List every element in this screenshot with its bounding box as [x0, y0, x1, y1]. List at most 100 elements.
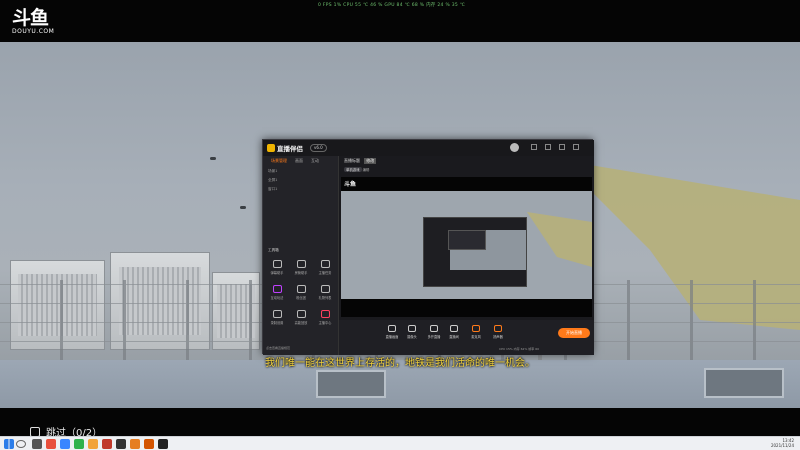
live-title-text: 直播标题 — [344, 158, 360, 163]
tool-label: 主播任务 — [318, 271, 332, 275]
app-logo-icon — [267, 144, 275, 152]
ctl-label: 多开直播 — [427, 335, 441, 339]
bird — [210, 157, 216, 160]
app-icon[interactable] — [102, 439, 112, 449]
tab-scenes[interactable]: 场景管理 — [271, 158, 287, 164]
stream-preview[interactable]: 斗鱼 — [341, 177, 592, 317]
scene-item[interactable]: 窗口1 — [268, 187, 277, 192]
tab-interact[interactable]: 互动 — [311, 158, 319, 164]
edit-title-button[interactable]: 修改 — [364, 158, 377, 164]
group-icon — [296, 285, 306, 293]
nested-inner-window — [448, 230, 486, 250]
task-icon — [320, 260, 330, 268]
system-clock[interactable]: 13:42 2021/11/24 — [771, 438, 794, 448]
ctl-speaker[interactable]: 扬声器 — [489, 325, 507, 339]
clock-date: 2021/11/24 — [770, 443, 794, 448]
app-icon[interactable] — [46, 439, 56, 449]
start-live-button[interactable]: 开始直播 — [558, 328, 590, 338]
tool-play[interactable]: 互动玩法 — [265, 285, 289, 300]
version-badge: v6.0 — [310, 144, 327, 152]
tool-danmu[interactable]: 弹幕助手 — [265, 260, 289, 275]
preview-topbar: 斗鱼 — [341, 177, 592, 191]
ctl-screen[interactable]: 直播画面 — [383, 325, 401, 339]
bell-icon — [296, 260, 306, 268]
tool-label: 礼物列表 — [318, 296, 332, 300]
ctl-mic[interactable]: 麦克风 — [467, 325, 485, 339]
camera-icon — [408, 325, 416, 332]
app-icon[interactable] — [144, 439, 154, 449]
app-icon[interactable] — [116, 439, 126, 449]
preview-bottombar — [341, 299, 592, 317]
category-row: 单机游戏 编辑 — [344, 167, 369, 172]
category-chip[interactable]: 单机游戏 — [344, 167, 362, 172]
record-icon — [272, 310, 282, 318]
home-icon — [320, 310, 330, 318]
ctl-room[interactable]: 直播间 — [445, 325, 463, 339]
tool-label: 高能回放 — [294, 321, 308, 325]
performance-overlay: 0 FPS 1% CPU 55 ℃ 46 % GPU 84 ℃ 68 % 内存 … — [318, 3, 466, 8]
ctl-label: 扬声器 — [493, 335, 503, 339]
tool-admin[interactable]: 房管助手 — [289, 260, 313, 275]
app-icon[interactable] — [158, 439, 168, 449]
ctl-label: 直播间 — [449, 335, 459, 339]
tool-label: 主播中心 — [318, 321, 332, 325]
tab-canvas[interactable]: 画面 — [295, 158, 303, 164]
tool-tasks[interactable]: 主播任务 — [313, 260, 337, 275]
subtitle: 我们唯一能在这世界上存活的，地铁是我们活命的唯一机会。 — [265, 358, 535, 369]
avatar-icon[interactable] — [510, 143, 519, 152]
preview-sail — [527, 212, 592, 267]
taskbar: 13:42 2021/11/24 — [0, 436, 800, 450]
ctl-label: 摄像头 — [407, 335, 417, 339]
top-bar: 斗鱼 DOUYU.COM 0 FPS 1% CPU 55 ℃ 46 % GPU … — [0, 0, 800, 42]
app-icon[interactable] — [88, 439, 98, 449]
logo-domain: DOUYU.COM — [12, 28, 55, 35]
minimize-icon[interactable] — [559, 144, 565, 150]
tool-label: 弹幕助手 — [270, 271, 284, 275]
tool-record[interactable]: 录制设置 — [265, 310, 289, 325]
rules-link[interactable]: 点击查看直播规范 — [266, 346, 290, 350]
monitor-icon — [388, 325, 396, 332]
status-text: CPU 15% 内存 62% 帧率 60 — [499, 347, 540, 351]
tool-replay[interactable]: 高能回放 — [289, 310, 313, 325]
wall-window — [704, 368, 784, 398]
tool-center[interactable]: 主播中心 — [313, 310, 337, 325]
tool-gifts[interactable]: 礼物列表 — [313, 285, 337, 300]
speaker-icon — [494, 325, 502, 332]
room-icon — [450, 325, 458, 332]
bottom-bar — [0, 408, 800, 436]
chat-icon — [272, 260, 282, 268]
task-view-icon[interactable] — [32, 439, 42, 449]
bird — [240, 206, 246, 209]
app-icon[interactable] — [60, 439, 70, 449]
nested-app-preview — [423, 217, 527, 287]
ctl-label: 直播画面 — [385, 335, 399, 339]
tool-label: 房管助手 — [294, 271, 308, 275]
livestream-screen: 斗鱼 DOUYU.COM 0 FPS 1% CPU 55 ℃ 46 % GPU … — [0, 0, 800, 450]
skip-icon — [30, 426, 40, 437]
search-icon[interactable] — [16, 440, 26, 448]
ctl-camera[interactable]: 摄像头 — [403, 325, 421, 339]
windows-start-icon[interactable] — [4, 439, 14, 449]
close-icon[interactable] — [573, 144, 579, 150]
replay-icon — [296, 310, 306, 318]
category-edit[interactable]: 编辑 — [363, 168, 370, 172]
microphone-icon — [472, 325, 480, 332]
settings-icon[interactable] — [531, 144, 537, 150]
live-title: 直播标题 修改 — [344, 158, 377, 164]
tool-fans[interactable]: 粉丝团 — [289, 285, 313, 300]
tool-label: 互动玩法 — [270, 296, 284, 300]
ctl-label: 麦克风 — [471, 335, 481, 339]
app-titlebar: 直播伴侣 v6.0 — [263, 140, 594, 156]
tool-label: 录制设置 — [270, 321, 284, 325]
scene-item[interactable]: 全屏1 — [268, 178, 277, 183]
multi-icon — [430, 325, 438, 332]
app-icon[interactable] — [130, 439, 140, 449]
game-icon — [272, 285, 282, 293]
skin-icon[interactable] — [545, 144, 551, 150]
scene-item[interactable]: 场景1 — [268, 169, 277, 174]
ctl-multi[interactable]: 多开直播 — [425, 325, 443, 339]
streaming-app-window[interactable]: 直播伴侣 v6.0 场景管理 画面 互动 场景1 全屏1 窗口1 工具箱 弹幕助… — [262, 139, 594, 355]
app-icon[interactable] — [74, 439, 84, 449]
wall-window — [316, 370, 386, 398]
douyu-logo: 斗鱼 DOUYU.COM — [12, 8, 60, 38]
